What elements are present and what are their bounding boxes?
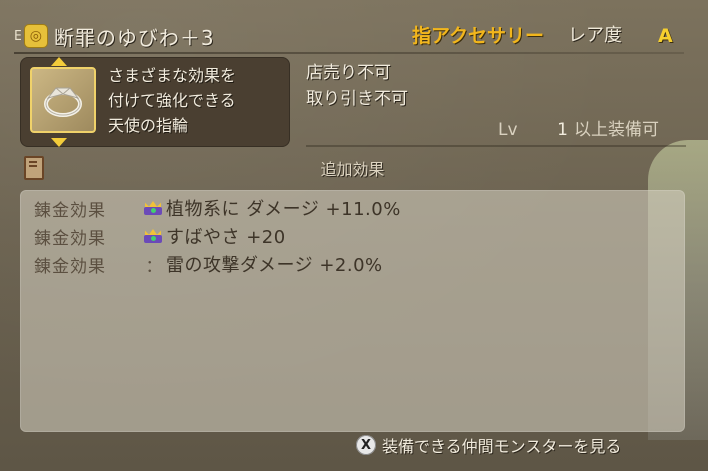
- item-thumbnail: [30, 67, 96, 133]
- sell-status: 店売り不可: [306, 63, 391, 83]
- rarity-value: A: [658, 25, 673, 47]
- trade-info: 店売り不可 取り引き不可: [306, 60, 408, 112]
- level-label: Lv: [498, 120, 518, 140]
- effect-label: 錬金効果: [34, 200, 106, 221]
- item-description: さまざまな効果を 付けて強化できる 天使の指輪: [108, 63, 288, 138]
- x-button-icon[interactable]: X: [356, 435, 376, 455]
- effect-text: 雷の攻撃ダメージ +2.0%: [166, 255, 383, 276]
- rarity-label: レア度: [568, 25, 622, 46]
- scroll-down-arrow-icon[interactable]: [51, 138, 67, 147]
- effect-text: 植物系に ダメージ +11.0%: [166, 199, 401, 220]
- description-box: さまざまな効果を 付けて強化できる 天使の指輪: [20, 57, 290, 147]
- ring-icon: ◎: [23, 24, 48, 48]
- effect-row: 錬金効果 植物系に ダメージ +11.0%: [34, 194, 401, 222]
- description-line: 付けて強化できる: [108, 91, 236, 110]
- level-suffix: 以上装備可: [574, 120, 659, 140]
- description-line: 天使の指輪: [108, 116, 189, 135]
- effect-label: 錬金効果: [34, 228, 106, 249]
- effects-list: 錬金効果 植物系に ダメージ +11.0% 錬金効果 すばやさ +20 錬金効果…: [20, 190, 685, 432]
- description-line: さまざまな効果を: [108, 66, 237, 85]
- effects-header: 追加効果: [20, 150, 685, 182]
- title-divider: [14, 52, 684, 54]
- effect-row: 錬金効果 すばやさ +20: [34, 222, 286, 250]
- crown-icon: [142, 227, 164, 245]
- item-detail-window: E ◎ 断罪のゆびわ＋3 指アクセサリー レア度 A さまざまな効果を 付けて強…: [0, 0, 708, 471]
- level-divider: [306, 145, 686, 147]
- scroll-up-arrow-icon[interactable]: [51, 57, 67, 66]
- trade-status: 取り引き不可: [306, 89, 408, 109]
- level-requirement: Lv 1 以上装備可: [498, 119, 659, 141]
- effect-marker: ：: [145, 256, 163, 277]
- effect-text: すばやさ +20: [166, 227, 286, 248]
- item-title-row: E ◎ 断罪のゆびわ＋3: [14, 22, 215, 50]
- view-monsters-label[interactable]: 装備できる仲間モンスターを見る: [382, 433, 621, 457]
- effect-row: 錬金効果 ： 雷の攻撃ダメージ +2.0%: [34, 250, 383, 278]
- ring-image-icon: [44, 87, 82, 117]
- item-category: 指アクセサリー: [412, 25, 545, 47]
- effects-title: 追加効果: [320, 160, 385, 179]
- item-name: 断罪のゆびわ＋3: [53, 25, 215, 50]
- view-monsters-action[interactable]: X 装備できる仲間モンスターを見る: [356, 432, 621, 458]
- level-value: 1: [557, 120, 568, 140]
- crown-icon: [142, 199, 164, 217]
- effect-label: 錬金効果: [34, 256, 106, 277]
- equipped-marker: E: [14, 28, 22, 44]
